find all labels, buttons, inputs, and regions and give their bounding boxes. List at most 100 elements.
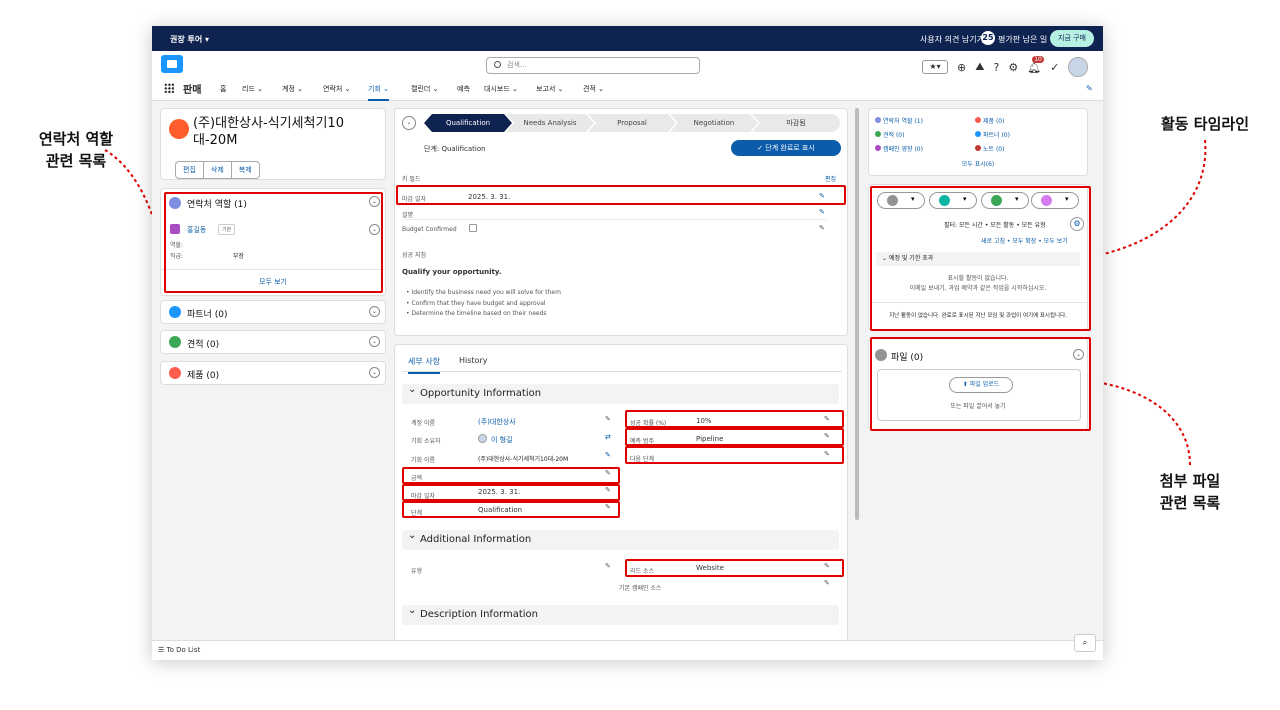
notes-dot-icon bbox=[975, 145, 981, 151]
nav-item-opportunities[interactable]: 기회 ⌄ bbox=[368, 84, 389, 101]
budget-confirmed-checkbox[interactable] bbox=[469, 224, 477, 232]
add-plus-icon[interactable]: ⊕ bbox=[957, 61, 966, 74]
trailhead-icon[interactable]: ⛰ bbox=[975, 60, 984, 74]
quotes-dot-icon bbox=[875, 131, 881, 137]
quick-link-products[interactable]: 제품 (0) bbox=[975, 116, 1004, 125]
help-icon[interactable]: ? bbox=[993, 61, 999, 74]
quick-link-quotes[interactable]: 견적 (0) bbox=[875, 130, 904, 139]
header-icons: ★▾ ⊕ ⛰ ? ⚙ 🔔︎ 10 ✓ bbox=[922, 55, 1089, 77]
partner-icon bbox=[169, 306, 181, 318]
record-action-buttons: 편집 삭제 복제 bbox=[175, 161, 260, 179]
quick-link-contact-roles[interactable]: 연락처 역할 (1) bbox=[875, 116, 923, 125]
feedback-link[interactable]: 사용자 의견 남기기 bbox=[920, 34, 984, 45]
contact-roles-dot-icon bbox=[875, 117, 881, 123]
nav-item-dashboards[interactable]: 대시보드 ⌄ bbox=[484, 84, 518, 94]
related-quick-links-card: 연락처 역할 (1) 제품 (0) 견적 (0) 파트너 (0) 캠페인 영향 … bbox=[868, 108, 1088, 176]
mark-stage-complete-button[interactable]: ✓ 단계 완료로 표시 bbox=[731, 140, 841, 156]
highlight-stage bbox=[402, 501, 620, 518]
products-title[interactable]: 제품 (0) bbox=[187, 368, 219, 381]
nav-item-contacts[interactable]: 연락처 ⌄ bbox=[323, 84, 350, 94]
bell-icon[interactable]: 🔔︎ 10 bbox=[1027, 55, 1044, 74]
change-owner-icon[interactable]: ⇄ bbox=[605, 433, 611, 441]
path-stage-proposal[interactable]: Proposal bbox=[588, 114, 676, 132]
center-scrollbar[interactable] bbox=[855, 108, 859, 520]
nav-item-calendar[interactable]: 캘린더 ⌄ bbox=[411, 84, 438, 94]
record-header: (주)대한상사-식기세척기10 대-20M 편집 삭제 복제 bbox=[160, 108, 386, 180]
products-menu-chevron-icon[interactable]: ⌄ bbox=[369, 367, 380, 378]
edit-opportunity-name-pencil-icon[interactable]: ✎ bbox=[605, 451, 611, 459]
edit-campaign-pencil-icon[interactable]: ✎ bbox=[824, 579, 830, 587]
description-information-section-header[interactable]: Description Information bbox=[402, 601, 839, 625]
quotes-title[interactable]: 견적 (0) bbox=[187, 337, 219, 350]
guidance-heading: Qualify your opportunity. bbox=[402, 268, 502, 276]
owner-name-link[interactable]: 이 형길 bbox=[491, 435, 513, 445]
quotes-menu-chevron-icon[interactable]: ⌄ bbox=[369, 336, 380, 347]
gear-icon[interactable]: ⚙ bbox=[1008, 61, 1018, 74]
buy-now-button[interactable]: 지금 구매 bbox=[1050, 30, 1094, 47]
quick-link-notes-text: 노트 (0) bbox=[983, 146, 1005, 153]
clone-button[interactable]: 복제 bbox=[231, 161, 260, 179]
partners-menu-chevron-icon[interactable]: ⌄ bbox=[369, 306, 380, 317]
partners-title[interactable]: 파트너 (0) bbox=[187, 307, 227, 320]
favorites-star-icon[interactable]: ★▾ bbox=[922, 60, 948, 74]
edit-account-pencil-icon[interactable]: ✎ bbox=[605, 415, 611, 423]
key-fields-edit-link[interactable]: 편집 bbox=[825, 174, 836, 183]
nav-item-quotes[interactable]: 견적 ⌄ bbox=[583, 84, 604, 94]
key-field-budget-label: Budget Confirmed bbox=[402, 226, 457, 233]
quick-link-partners[interactable]: 파트너 (0) bbox=[975, 130, 1010, 139]
global-search-input[interactable]: 검색... bbox=[486, 57, 700, 74]
edit-description-pencil-icon[interactable]: ✎ bbox=[819, 208, 825, 216]
quick-link-notes[interactable]: 노트 (0) bbox=[975, 144, 1004, 153]
agentforce-icon[interactable]: ✓ bbox=[1050, 61, 1059, 74]
path-stage-negotiation[interactable]: Negotiation bbox=[670, 114, 758, 132]
guidance-bullet-3-text: Determine the timeline based on their ne… bbox=[411, 310, 547, 317]
related-partners-card: 파트너 (0) ⌄ bbox=[160, 300, 386, 324]
account-name-link[interactable]: (주)대한상사 bbox=[478, 417, 516, 427]
highlight-lead-source bbox=[625, 559, 844, 577]
search-placeholder: 검색... bbox=[507, 61, 527, 69]
highlight-key-close-date bbox=[396, 185, 846, 205]
app-name: 판매 bbox=[183, 85, 202, 96]
nav-item-reports[interactable]: 보고서 ⌄ bbox=[536, 84, 563, 94]
tabs-divider bbox=[402, 371, 842, 372]
user-avatar[interactable] bbox=[1068, 57, 1089, 77]
highlight-contact-roles bbox=[164, 192, 383, 293]
highlight-forecast bbox=[625, 428, 844, 446]
highlight-amount bbox=[402, 467, 620, 484]
todo-list-button[interactable]: ☰ To Do List bbox=[158, 646, 200, 654]
owner-avatar-icon bbox=[478, 434, 487, 443]
opportunity-information-section-header[interactable]: Opportunity Information bbox=[402, 380, 839, 404]
nav-item-leads[interactable]: 리드 ⌄ bbox=[242, 84, 263, 94]
edit-nav-pencil-icon[interactable]: ✎ bbox=[1086, 84, 1093, 93]
highlight-close-date bbox=[402, 484, 620, 501]
edit-button[interactable]: 편집 bbox=[175, 161, 204, 179]
path-stage-closed[interactable]: 마감됨 bbox=[752, 114, 840, 132]
show-all-related-link[interactable]: 모두 표시(6) bbox=[869, 159, 1087, 168]
tab-history[interactable]: History bbox=[459, 356, 487, 365]
path-stage-qualification[interactable]: Qualification bbox=[424, 114, 512, 132]
nav-item-forecasts[interactable]: 예측 bbox=[457, 84, 470, 94]
nav-bar: 판매 홈 리드 ⌄ 계정 ⌄ 연락처 ⌄ 기회 ⌄ 캘린더 ⌄ 예측 대시보드 … bbox=[152, 78, 1103, 101]
owner-label: 기회 소유자 bbox=[411, 438, 441, 445]
path-toggle-chevron-icon[interactable]: ⌄ bbox=[402, 116, 416, 130]
path-stage-needs-analysis[interactable]: Needs Analysis bbox=[506, 114, 594, 132]
callout-contact-roles: 연락처 역할 관련 목록 bbox=[38, 130, 114, 170]
record-title: (주)대한상사-식기세척기10 대-20M bbox=[193, 116, 344, 148]
quote-icon bbox=[169, 336, 181, 348]
guidance-bullet-1: • Identify the business need you will so… bbox=[406, 289, 561, 296]
key-fields-divider bbox=[402, 219, 827, 220]
app-launcher-icon[interactable] bbox=[164, 83, 174, 93]
nav-item-accounts[interactable]: 계정 ⌄ bbox=[282, 84, 303, 94]
nav-item-home[interactable]: 홈 bbox=[220, 84, 226, 94]
guided-tour-menu[interactable]: 권장 투어 ▾ bbox=[170, 34, 209, 45]
edit-type-pencil-icon[interactable]: ✎ bbox=[605, 562, 611, 570]
assistant-search-icon[interactable]: ⌕ bbox=[1074, 634, 1096, 652]
quick-link-campaign-influence[interactable]: 캠페인 영향 (0) bbox=[875, 144, 923, 153]
current-stage-text: 단계: Qualification bbox=[424, 145, 486, 153]
additional-information-section-header[interactable]: Additional Information bbox=[402, 526, 839, 550]
product-icon bbox=[169, 367, 181, 379]
campaign-source-label: 기본 캠페인 소스 bbox=[619, 585, 662, 592]
edit-budget-pencil-icon[interactable]: ✎ bbox=[819, 224, 825, 232]
trial-days-label: 평가판 남은 일 수 bbox=[998, 35, 1058, 44]
delete-button[interactable]: 삭제 bbox=[203, 161, 232, 179]
